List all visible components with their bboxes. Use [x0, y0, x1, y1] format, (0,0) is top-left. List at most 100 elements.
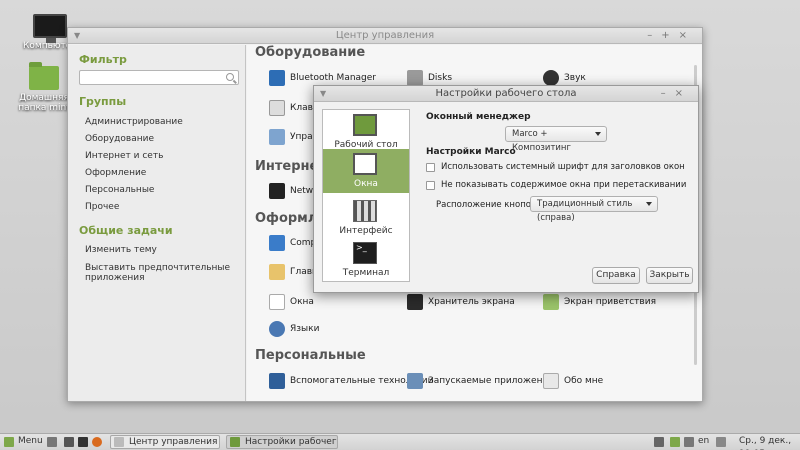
launcher-label: Звук	[564, 73, 586, 83]
close-button[interactable]: ×	[675, 88, 692, 99]
nav-interface[interactable]: Интерфейс	[323, 196, 409, 240]
firefox-icon[interactable]	[92, 437, 102, 447]
dialog-nav: Рабочий стол Окна Интерфейс >_ Терминал	[322, 109, 410, 282]
search-icon	[226, 73, 234, 81]
minimize-button[interactable]: –	[647, 30, 661, 41]
terminal-launcher-icon[interactable]	[64, 437, 74, 447]
desktop-home-shortcut[interactable]: Домашняя папка mint	[14, 62, 74, 113]
filter-heading: Фильтр	[79, 53, 127, 66]
screensaver-icon	[407, 294, 423, 310]
checkbox-label: Не показывать содержимое окна при перета…	[441, 180, 687, 190]
accessibility-icon	[269, 373, 285, 389]
window-title: Центр управления	[335, 30, 435, 41]
launcher-windows[interactable]: Окна	[269, 294, 314, 310]
minimize-button[interactable]: –	[661, 88, 675, 99]
startup-apps-icon	[407, 373, 423, 389]
launcher-login-screen[interactable]: Экран приветствия	[543, 294, 656, 310]
system-font-checkbox[interactable]: Использовать системный шрифт для заголов…	[426, 162, 685, 172]
management-icon	[269, 129, 285, 145]
control-center-icon	[114, 437, 124, 447]
tasks-heading: Общие задачи	[79, 224, 173, 237]
menu-button[interactable]: Menu	[18, 435, 43, 449]
button-layout-label-text: Расположение кнопок:	[436, 200, 539, 210]
launcher-label: Хранитель экрана	[428, 297, 515, 307]
keyboard-layout[interactable]: en	[698, 435, 709, 449]
nav-terminal[interactable]: >_ Терминал	[323, 238, 409, 282]
window-menu-icon[interactable]: ▼	[74, 28, 80, 44]
group-link[interactable]: Администрирование	[85, 117, 183, 127]
bluetooth-tray-icon[interactable]	[684, 437, 694, 447]
terminal-icon[interactable]	[78, 437, 88, 447]
button-layout-select[interactable]: Традиционный стиль (справа)	[530, 196, 658, 223]
maximize-button[interactable]: +	[661, 30, 678, 41]
close-button[interactable]: ×	[679, 30, 696, 41]
checkbox-box[interactable]	[426, 180, 435, 190]
launcher-label: Запускаемые приложения	[428, 376, 554, 386]
window-titlebar[interactable]: ▼ Центр управления –+×	[68, 28, 702, 44]
globe-icon	[269, 321, 285, 337]
group-link[interactable]: Интернет и сеть	[85, 151, 163, 161]
group-link[interactable]: Оборудование	[85, 134, 154, 144]
clock[interactable]: Ср., 9 дек., 19:05	[739, 435, 800, 450]
section-heading: Оборудование	[255, 45, 366, 60]
dialog-titlebar[interactable]: ▼ Настройки рабочего стола –×	[314, 86, 698, 102]
dialog-title: Настройки рабочего стола	[435, 88, 577, 99]
desktop-settings-dialog: ▼ Настройки рабочего стола –× Рабочий ст…	[313, 85, 699, 293]
control-center-sidebar: Фильтр Группы Администрирование Оборудов…	[68, 45, 246, 401]
sliders-icon	[353, 200, 377, 222]
launcher-label: Disks	[428, 73, 453, 83]
task-label: Настройки рабочего сто...	[245, 437, 338, 447]
dialog-body: Оконный менеджер Marco + Композитинг Нас…	[422, 110, 693, 285]
terminal-icon: >_	[353, 242, 377, 264]
nav-desktop[interactable]: Рабочий стол	[323, 110, 409, 154]
task-link[interactable]: Выставить предпочтительные приложения	[85, 263, 245, 283]
mint-menu-icon[interactable]	[4, 437, 14, 447]
launcher-sound[interactable]: Звук	[543, 70, 586, 86]
launcher-bluetooth[interactable]: Bluetooth Manager	[269, 70, 376, 86]
launcher-screensaver[interactable]: Хранитель экрана	[407, 294, 515, 310]
network-tray-icon[interactable]	[654, 437, 664, 447]
wm-select-value: Marco + Композитинг	[512, 129, 571, 153]
checkbox-box[interactable]	[426, 162, 435, 172]
button-layout-value: Традиционный стиль (справа)	[537, 199, 633, 223]
about-me-icon	[543, 373, 559, 389]
task-link[interactable]: Изменить тему	[85, 245, 157, 255]
hide-content-checkbox[interactable]: Не показывать содержимое окна при перета…	[426, 180, 686, 190]
launcher-startup-apps[interactable]: Запускаемые приложения	[407, 373, 554, 389]
update-tray-icon[interactable]	[670, 437, 680, 447]
dialog-menu-icon[interactable]: ▼	[320, 86, 326, 102]
compiz-icon	[269, 235, 285, 251]
launcher-about-me[interactable]: Обо мне	[543, 373, 603, 389]
home-folder-icon	[29, 62, 59, 90]
group-link[interactable]: Прочее	[85, 202, 119, 212]
monitor-icon	[33, 14, 67, 43]
button-layout-label: Расположение кнопок:	[436, 200, 539, 210]
marco-heading: Настройки Marco	[426, 147, 516, 157]
keyboard-icon	[269, 100, 285, 116]
nav-windows[interactable]: Окна	[323, 149, 409, 193]
chevron-down-icon	[646, 202, 652, 206]
task-desktop-settings[interactable]: Настройки рабочего сто...	[226, 435, 338, 449]
group-link[interactable]: Оформление	[85, 168, 146, 178]
desktop-settings-icon	[230, 437, 240, 447]
group-link[interactable]: Персональные	[85, 185, 154, 195]
search-input[interactable]	[79, 70, 239, 85]
section-heading: Персональные	[255, 348, 366, 363]
close-dialog-button[interactable]: Закрыть	[646, 267, 693, 284]
groups-heading: Группы	[79, 95, 127, 108]
wm-select[interactable]: Marco + Композитинг	[505, 126, 607, 153]
volume-icon[interactable]	[716, 437, 726, 447]
launcher-languages[interactable]: Языки	[269, 321, 319, 337]
disks-icon	[407, 70, 423, 86]
help-button[interactable]: Справка	[592, 267, 640, 284]
bluetooth-icon	[269, 70, 285, 86]
task-control-center[interactable]: Центр управления	[110, 435, 220, 449]
login-screen-icon	[543, 294, 559, 310]
nav-label: Интерфейс	[339, 226, 393, 236]
taskbar: Menu Центр управления Настройки рабочего…	[0, 433, 800, 450]
checkbox-label: Использовать системный шрифт для заголов…	[441, 162, 685, 172]
nav-label: Терминал	[342, 268, 390, 278]
task-label: Центр управления	[129, 437, 218, 447]
show-desktop-icon[interactable]	[47, 437, 57, 447]
launcher-disks[interactable]: Disks	[407, 70, 452, 86]
